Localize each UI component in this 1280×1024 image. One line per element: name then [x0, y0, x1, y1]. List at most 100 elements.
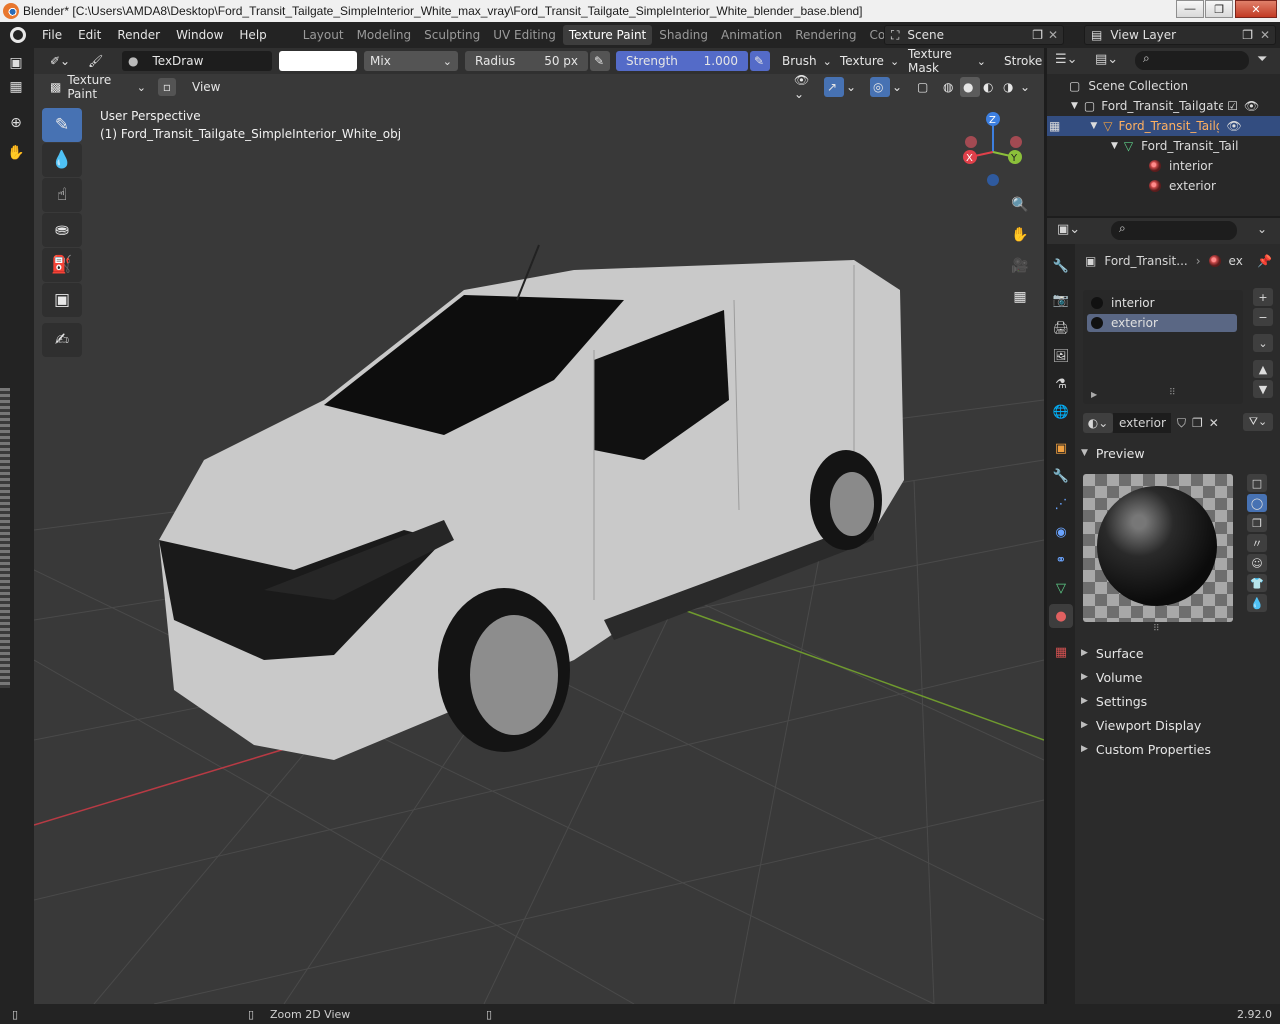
menu-file[interactable]: File [34, 22, 70, 48]
pin-icon[interactable]: 📌 [1257, 254, 1272, 268]
blender-logo-icon[interactable] [10, 27, 26, 43]
outliner-editor-icon[interactable]: ☰⌄ [1055, 52, 1078, 67]
3d-viewport[interactable]: Z X Y User Perspective (1) Ford_Transit_… [34, 100, 1044, 1004]
menu-help[interactable]: Help [231, 22, 274, 48]
material-row-exterior[interactable]: exterior [1149, 176, 1216, 196]
slot-specials-button[interactable]: ⌄ [1253, 334, 1273, 352]
panel-custom-properties[interactable]: ▶ Custom Properties [1081, 739, 1211, 759]
remove-scene-icon[interactable]: ✕ [1048, 28, 1058, 42]
zoom-view-icon[interactable]: 🔍 [1007, 192, 1033, 218]
slot-interior[interactable]: interior [1087, 294, 1237, 312]
editor-type-icon[interactable]: ▣ [5, 52, 27, 74]
tool-selector-icon[interactable]: ✐⌄ [44, 51, 74, 71]
data-tab-icon[interactable]: ▽ [1049, 576, 1073, 600]
display-mode-icon[interactable]: ▤⌄ [1095, 52, 1118, 67]
duplicate-material-icon[interactable]: ❐ [1192, 416, 1203, 430]
tab-layout[interactable]: Layout [297, 25, 350, 45]
collection-row[interactable]: ▼ ▢ Ford_Transit_Tailgate_Sir ☑ 👁 [1071, 96, 1280, 116]
pan-view-icon[interactable]: ✋ [1007, 222, 1033, 248]
strength-pressure-icon[interactable]: ✎ [750, 51, 770, 71]
annotate-tool-icon[interactable]: ✍ [42, 323, 82, 357]
object-row[interactable]: ▦ ▼ ▽ Ford_Transit_Tailgate 👁 [1047, 116, 1280, 136]
unlink-material-icon[interactable]: ✕ [1209, 416, 1219, 430]
tab-sculpting[interactable]: Sculpting [418, 25, 486, 45]
add-slot-button[interactable]: + [1253, 288, 1273, 306]
material-row-interior[interactable]: interior [1149, 156, 1213, 176]
scene-tab-icon[interactable]: ⚗ [1049, 372, 1073, 396]
menu-window[interactable]: Window [168, 22, 231, 48]
rendered-shading-icon[interactable]: ◑ [1000, 77, 1020, 97]
material-tab-icon[interactable]: ● [1049, 604, 1073, 628]
menu-edit[interactable]: Edit [70, 22, 109, 48]
smear-tool-icon[interactable]: ☝ [42, 178, 82, 212]
scene-collection-row[interactable]: ▢ Scene Collection [1069, 76, 1188, 96]
remove-view-layer-icon[interactable]: ✕ [1260, 28, 1270, 42]
overlay-toggle-icon[interactable]: ◎ [870, 77, 890, 97]
panel-settings[interactable]: ▶ Settings [1081, 691, 1147, 711]
fake-user-icon[interactable]: ⛉ [1177, 416, 1186, 431]
output-tab-icon[interactable]: 🖨 [1049, 316, 1073, 340]
include-checkbox[interactable]: ☑ [1227, 99, 1238, 113]
hand-pan-icon[interactable]: ✋ [5, 142, 27, 164]
visibility-icon[interactable]: 👁⌄ [788, 73, 816, 101]
world-tab-icon[interactable]: 🌐 [1049, 400, 1073, 424]
view-layer-tab-icon[interactable]: 🖼 [1049, 344, 1073, 368]
brush-menu[interactable]: Brush [776, 51, 828, 71]
navigation-gizmo[interactable]: Z X Y [963, 112, 1022, 186]
physics-tab-icon[interactable]: ◉ [1049, 520, 1073, 544]
panel-volume[interactable]: ▶ Volume [1081, 667, 1142, 687]
mask-tool-icon[interactable]: ▣ [42, 283, 82, 317]
radius-slider[interactable]: Radius 50 px [465, 51, 588, 71]
remove-slot-button[interactable]: − [1253, 308, 1273, 326]
filter-icon[interactable]: ⏷ [1257, 52, 1267, 67]
properties-search-input[interactable]: ⌕ [1111, 221, 1237, 240]
menu-render[interactable]: Render [109, 22, 168, 48]
move-slot-down-button[interactable]: ▼ [1253, 380, 1273, 398]
properties-editor-icon[interactable]: ▣⌄ [1057, 222, 1080, 237]
mask-toggle-icon[interactable]: ▫ [158, 78, 176, 96]
minimize-button[interactable]: — [1176, 0, 1204, 18]
radius-pressure-icon[interactable]: ✎ [590, 51, 610, 71]
preview-cloth-icon[interactable]: 👕 [1247, 574, 1267, 592]
gizmo-dropdown-icon[interactable]: ⌄ [846, 77, 860, 97]
visibility-eye-icon[interactable]: 👁 [1244, 99, 1259, 113]
solid-shading-icon[interactable]: ● [960, 77, 980, 97]
tab-modeling[interactable]: Modeling [351, 25, 418, 45]
material-browse-icon[interactable]: ◐⌄ [1083, 413, 1113, 433]
wireframe-shading-icon[interactable]: ◍ [940, 77, 960, 97]
modifier-tab-icon[interactable]: 🔧 [1049, 464, 1073, 488]
restore-button[interactable]: ❐ [1205, 0, 1233, 18]
tab-uv-editing[interactable]: UV Editing [487, 25, 562, 45]
brush-color-swatch[interactable] [279, 51, 357, 71]
overlay-dropdown-icon[interactable]: ⌄ [892, 77, 906, 97]
expand-arrow-icon[interactable]: ▶ [1091, 390, 1097, 399]
stroke-menu[interactable]: Stroke [998, 51, 1044, 71]
draw-tool-icon[interactable]: ✎ [42, 108, 82, 142]
preview-flat-icon[interactable]: □ [1247, 474, 1267, 492]
material-shading-icon[interactable]: ◐ [980, 77, 1000, 97]
blend-mode-dropdown[interactable]: Mix [364, 51, 458, 71]
fill-tool-icon[interactable]: ⛽ [42, 248, 82, 282]
move-slot-up-button[interactable]: ▲ [1253, 360, 1273, 378]
particles-tab-icon[interactable]: ⋰ [1049, 492, 1073, 516]
view-layer-selector[interactable]: ▤ View Layer ❐ ✕ [1084, 25, 1276, 45]
camera-view-icon[interactable]: 🎥 [1007, 253, 1033, 279]
new-scene-icon[interactable]: ❐ [1032, 28, 1043, 42]
tab-texture-paint[interactable]: Texture Paint [562, 25, 653, 45]
shading-dropdown-icon[interactable]: ⌄ [1020, 77, 1034, 97]
constraints-tab-icon[interactable]: ⚭ [1049, 548, 1073, 572]
panel-preview[interactable]: ▼ Preview [1081, 443, 1145, 463]
outliner-search-input[interactable]: ⌕ [1135, 51, 1249, 70]
texture-menu[interactable]: Texture [834, 51, 896, 71]
zoom-tool-icon[interactable]: ⊕ [5, 112, 27, 134]
preview-cube-icon[interactable]: ❒ [1247, 514, 1267, 532]
resize-handle-icon[interactable]: ⠿ [1169, 388, 1176, 398]
close-window-button[interactable]: ✕ [1235, 0, 1277, 18]
tab-rendering[interactable]: Rendering [789, 25, 862, 45]
brush-name-field[interactable]: ● TexDraw [122, 51, 272, 71]
object-tab-icon[interactable]: ▣ [1049, 436, 1073, 460]
preview-monkey-icon[interactable]: ☺ [1247, 554, 1267, 572]
link-mode-icon[interactable]: ⛛⌄ [1243, 413, 1273, 431]
soften-tool-icon[interactable]: 💧 [42, 143, 82, 177]
texture-tab-icon[interactable]: ▦ [1049, 640, 1073, 664]
